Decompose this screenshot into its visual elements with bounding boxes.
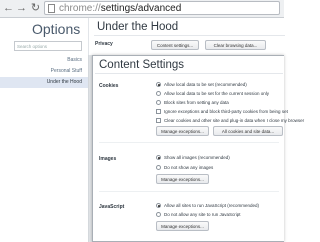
title-divider: [94, 35, 285, 36]
content-settings-dialog: Content Settings Cookies Allow local dat…: [92, 55, 304, 242]
images-option-show-label: Show all images (recommended): [164, 155, 230, 160]
radio-unselected[interactable]: [156, 100, 161, 106]
javascript-option-allow-label: Allow all sites to run JavaScript (recom…: [164, 203, 260, 208]
radio-selected[interactable]: [156, 155, 161, 161]
checkbox[interactable]: [156, 118, 161, 124]
images-option-hide[interactable]: Do not show any images: [156, 164, 213, 171]
url-scheme: chrome://: [59, 3, 101, 14]
forward-arrow-icon[interactable]: →: [15, 1, 28, 15]
reload-icon[interactable]: ↻: [29, 1, 42, 15]
cookies-check-clear[interactable]: Clear cookies and other site and plug-in…: [156, 117, 304, 124]
search-input[interactable]: Search options: [14, 41, 82, 51]
sidebar-item-personal-stuff[interactable]: Personal Stuff: [0, 66, 88, 77]
radio-selected[interactable]: [156, 203, 161, 209]
sidebar-item-basics[interactable]: Basics: [0, 55, 88, 66]
section-divider: [99, 142, 279, 143]
images-option-show[interactable]: Show all images (recommended): [156, 154, 230, 161]
back-arrow-icon[interactable]: ←: [2, 1, 15, 15]
section-divider: [99, 191, 279, 192]
radio-unselected[interactable]: [156, 212, 161, 218]
javascript-option-allow[interactable]: Allow all sites to run JavaScript (recom…: [156, 202, 259, 209]
javascript-option-block-label: Do not allow any site to run JavaScript: [164, 212, 241, 217]
images-manage-exceptions-button[interactable]: Manage exceptions...: [156, 174, 209, 184]
cookies-option-block-label: Block sites from setting any data: [164, 100, 229, 105]
content-settings-button[interactable]: Content settings...: [151, 40, 199, 50]
cookies-option-session[interactable]: Allow local data to be set for the curre…: [156, 90, 269, 97]
images-option-hide-label: Do not show any images: [164, 165, 214, 170]
url-text: chrome://settings/advanced: [59, 2, 181, 15]
cookies-option-session-label: Allow local data to be set for the curre…: [164, 91, 270, 96]
javascript-label: JavaScript: [99, 204, 125, 210]
sidebar-item-under-the-hood[interactable]: Under the Hood: [0, 77, 88, 88]
cookies-option-allow-label: Allow local data to be set (recommended): [164, 82, 247, 87]
radio-selected[interactable]: [156, 82, 161, 88]
url-path: settings/advanced: [100, 3, 182, 14]
cookies-check-third-party-label: Ignore exceptions and block third-party …: [164, 109, 288, 114]
browser-toolbar: ← → ↻ chrome://settings/advanced: [0, 0, 284, 18]
page-title: Under the Hood: [97, 21, 179, 33]
dialog-title-divider: [95, 73, 283, 74]
javascript-option-block[interactable]: Do not allow any site to run JavaScript: [156, 211, 241, 218]
options-sidebar: Options Search options Basics Personal S…: [0, 18, 88, 242]
dialog-title: Content Settings: [99, 59, 185, 71]
images-label: Images: [99, 156, 117, 162]
privacy-label: Privacy: [95, 41, 113, 47]
javascript-manage-exceptions-button[interactable]: Manage exceptions...: [156, 221, 209, 231]
checkbox[interactable]: [156, 109, 161, 115]
sidebar-title: Options: [32, 21, 81, 37]
cookies-label: Cookies: [99, 83, 119, 89]
cookies-manage-exceptions-button[interactable]: Manage exceptions...: [156, 126, 209, 136]
cookies-option-block[interactable]: Block sites from setting any data: [156, 99, 229, 106]
clear-browsing-data-button[interactable]: Clear browsing data...: [205, 40, 266, 50]
cookies-check-clear-label: Clear cookies and other site and plug-in…: [164, 118, 305, 123]
cookies-option-allow[interactable]: Allow local data to be set (recommended): [156, 81, 247, 88]
page-icon: [48, 4, 55, 13]
radio-unselected[interactable]: [156, 91, 161, 97]
radio-unselected[interactable]: [156, 165, 161, 171]
cookies-check-third-party[interactable]: Ignore exceptions and block third-party …: [156, 108, 288, 115]
all-cookies-button[interactable]: All cookies and site data...: [213, 126, 283, 136]
address-bar[interactable]: chrome://settings/advanced: [44, 1, 280, 15]
